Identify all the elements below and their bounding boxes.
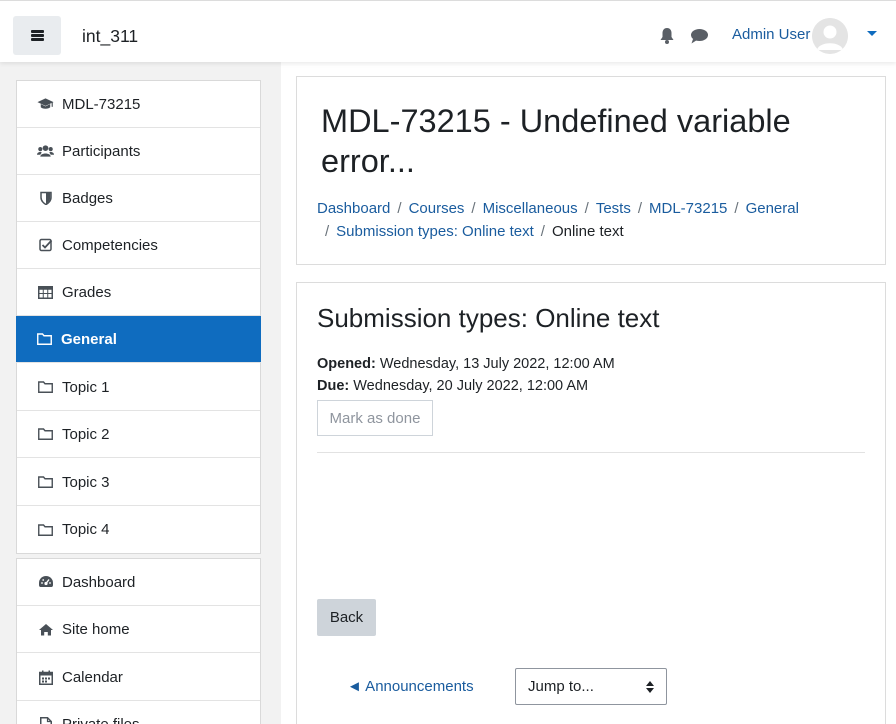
breadcrumb-separator: / xyxy=(471,200,476,217)
folder-icon xyxy=(37,474,54,490)
breadcrumb-separator: / xyxy=(734,200,739,217)
activity-dates: Opened: Wednesday, 13 July 2022, 12:00 A… xyxy=(317,353,615,397)
table-icon xyxy=(37,284,54,300)
breadcrumb-separator: / xyxy=(584,200,589,217)
calendar-icon xyxy=(37,669,54,685)
nav-item-label: MDL-73215 xyxy=(62,95,141,113)
nav-item-label: Participants xyxy=(62,142,141,160)
due-date: Due: Wednesday, 20 July 2022, 12:00 AM xyxy=(317,375,615,397)
checkbox-icon xyxy=(37,237,54,253)
back-button[interactable]: Back xyxy=(317,599,376,636)
due-value: Wednesday, 20 July 2022, 12:00 AM xyxy=(349,378,589,394)
users-icon xyxy=(37,143,54,159)
folder-icon xyxy=(37,522,54,538)
divider xyxy=(317,452,865,453)
nav-item-label: Grades xyxy=(62,283,112,301)
nav-item-label: Calendar xyxy=(62,668,123,686)
page-header: MDL-73215 - Undefined variable error... … xyxy=(296,76,886,265)
activity-region: Submission types: Online text Opened: We… xyxy=(296,282,886,724)
user-menu-name[interactable]: Admin User xyxy=(732,26,810,43)
nav-item-topic-1[interactable]: Topic 1 xyxy=(17,364,260,411)
breadcrumb-separator: / xyxy=(397,200,402,217)
previous-activity-link[interactable]: ◄ Announcements xyxy=(347,678,474,695)
menu-icon xyxy=(30,30,44,41)
chevron-down-icon[interactable] xyxy=(867,31,877,36)
breadcrumb-separator: / xyxy=(325,223,330,240)
nav-item-badges[interactable]: Badges xyxy=(17,175,260,222)
graduation-cap-icon xyxy=(37,96,54,112)
avatar[interactable] xyxy=(812,18,848,54)
page-title: MDL-73215 - Undefined variable error... xyxy=(321,103,791,179)
nav-item-label: Dashboard xyxy=(62,573,136,591)
nav-item-competencies[interactable]: Competencies xyxy=(17,222,260,269)
folder-icon xyxy=(37,379,54,395)
opened-date: Opened: Wednesday, 13 July 2022, 12:00 A… xyxy=(317,353,615,375)
jump-to-select[interactable]: Jump to... xyxy=(515,668,667,705)
home-icon xyxy=(37,621,54,637)
nav-item-label: Site home xyxy=(62,620,130,638)
nav-item-label: Topic 4 xyxy=(62,521,110,538)
nav-item-general[interactable]: General xyxy=(16,316,261,363)
drawer-toggle-button[interactable] xyxy=(13,16,61,55)
file-icon xyxy=(37,716,54,724)
nav-item-label: General xyxy=(61,330,117,348)
breadcrumb-link[interactable]: MDL-73215 xyxy=(649,200,727,217)
sort-arrows-icon xyxy=(646,681,654,693)
nav-item-private-files[interactable]: Private files xyxy=(17,701,260,724)
nav-item-label: Competencies xyxy=(62,236,158,254)
breadcrumb-link[interactable]: General xyxy=(746,200,799,217)
bell-icon[interactable] xyxy=(659,27,675,44)
breadcrumb-link[interactable]: Tests xyxy=(596,200,631,217)
user-silhouette-icon xyxy=(812,18,848,54)
folder-icon xyxy=(36,331,53,347)
activity-title: Submission types: Online text xyxy=(317,303,660,333)
nav-item-participants[interactable]: Participants xyxy=(17,128,260,175)
dashboard-icon xyxy=(37,574,54,590)
nav-item-dashboard[interactable]: Dashboard xyxy=(17,559,260,606)
folder-icon xyxy=(37,426,54,442)
breadcrumb-separator: / xyxy=(637,200,642,217)
top-navbar: int_311 Admin User xyxy=(0,0,896,62)
nav-item-label: Topic 2 xyxy=(62,425,110,443)
breadcrumb-link[interactable]: Courses xyxy=(409,200,465,217)
nav-item-topic-2[interactable]: Topic 2 xyxy=(17,411,260,458)
opened-value: Wednesday, 13 July 2022, 12:00 AM xyxy=(375,356,615,372)
nav-item-label: Badges xyxy=(62,189,113,207)
breadcrumb-separator: / xyxy=(540,223,545,240)
breadcrumb-current: Online text xyxy=(551,223,624,240)
shield-icon xyxy=(37,190,54,206)
chat-icon[interactable] xyxy=(690,28,709,44)
nav-item-topic-3[interactable]: Topic 3 xyxy=(17,459,260,506)
breadcrumb: Dashboard / Courses / Miscellaneous / Tests / MD… xyxy=(317,197,877,243)
nav-item-site-home[interactable]: Site home xyxy=(17,606,260,653)
mark-as-done-button[interactable]: Mark as done xyxy=(317,400,433,436)
due-label: Due: xyxy=(317,378,350,394)
breadcrumb-link[interactable]: Dashboard xyxy=(317,200,390,217)
nav-item-label: Topic 3 xyxy=(62,473,110,491)
breadcrumb-link[interactable]: Miscellaneous xyxy=(483,200,578,217)
breadcrumb-link[interactable]: Submission types: Online text xyxy=(336,223,534,240)
nav-item-topic-4[interactable]: Topic 4 xyxy=(17,506,260,553)
nav-item-course[interactable]: MDL-73215 xyxy=(17,81,260,128)
nav-item-label: Topic 1 xyxy=(62,378,110,396)
course-nav-group: MDL-73215 Participants Badges Competenci… xyxy=(16,80,261,554)
opened-label: Opened: xyxy=(317,356,376,372)
jump-to-selected: Jump to... xyxy=(528,678,594,695)
site-name[interactable]: int_311 xyxy=(82,26,138,47)
nav-item-calendar[interactable]: Calendar xyxy=(17,654,260,701)
nav-item-grades[interactable]: Grades xyxy=(17,269,260,316)
nav-item-label: Private files xyxy=(62,715,140,724)
site-nav-group: Dashboard Site home Calendar Private fil… xyxy=(16,558,261,724)
